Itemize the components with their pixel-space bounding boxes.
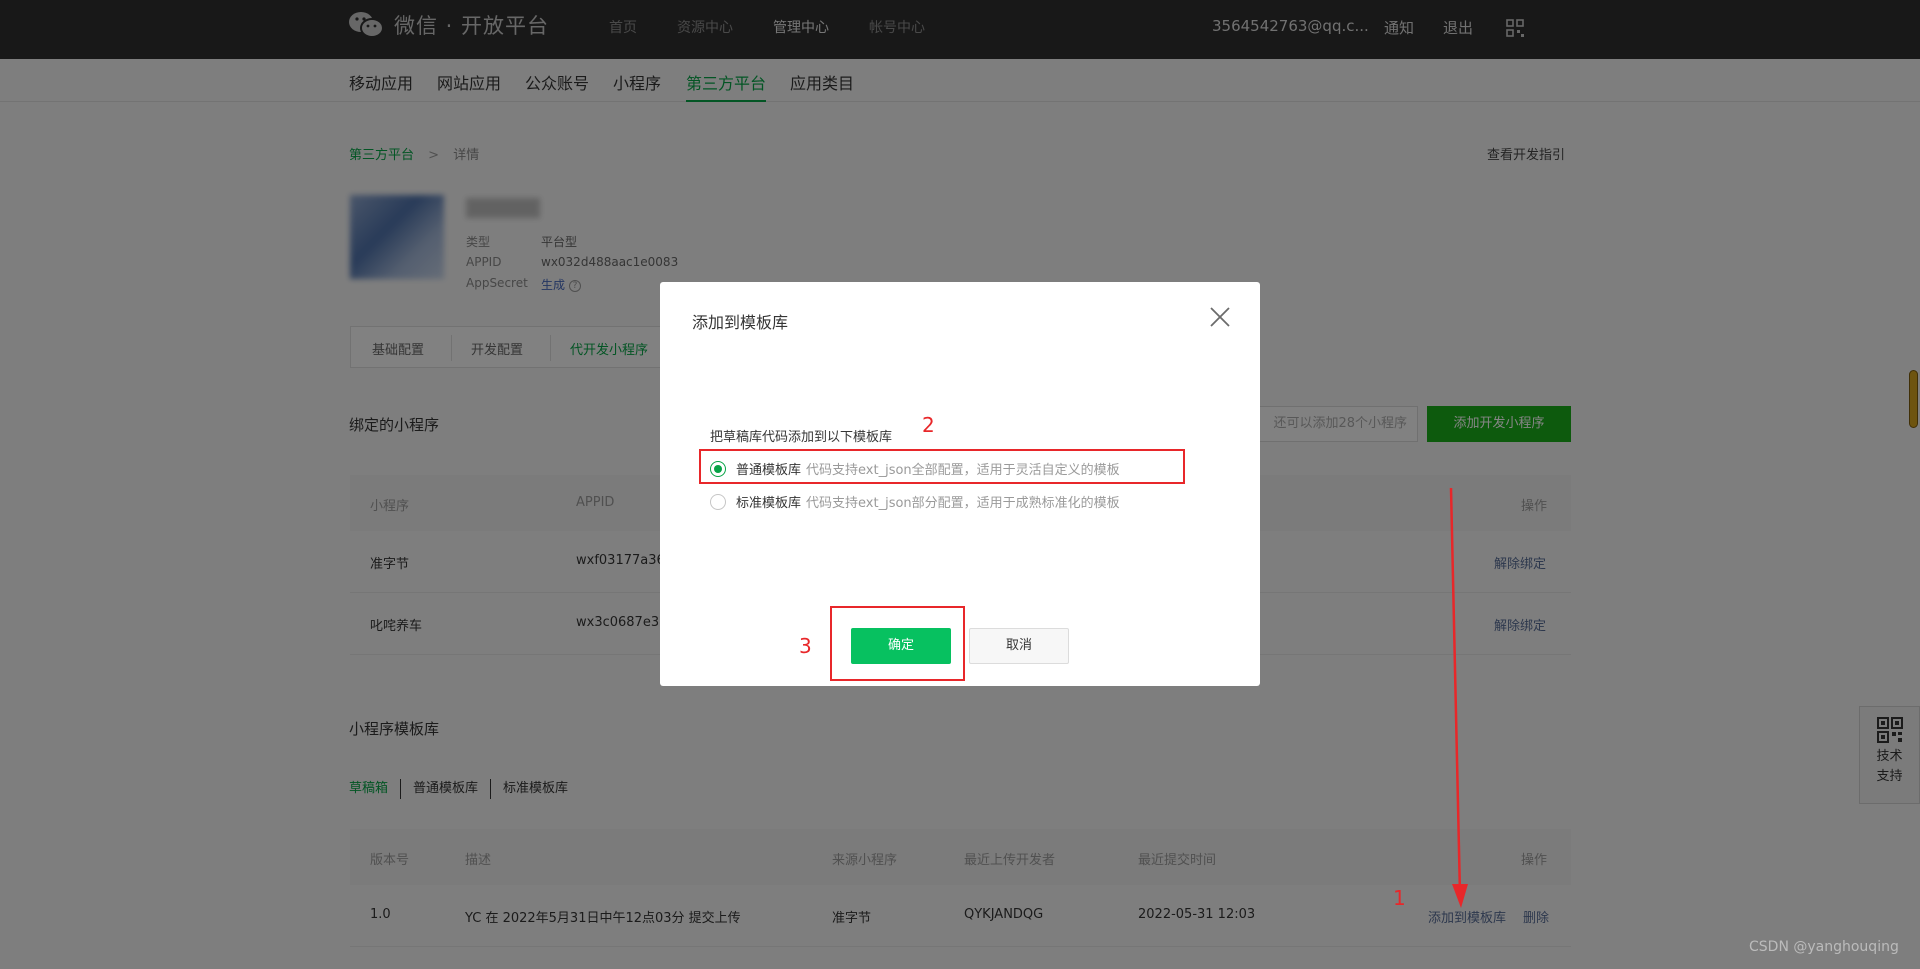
watermark: CSDN @yanghouqing: [1749, 939, 1899, 955]
annotation-arrow: [1449, 487, 1468, 908]
